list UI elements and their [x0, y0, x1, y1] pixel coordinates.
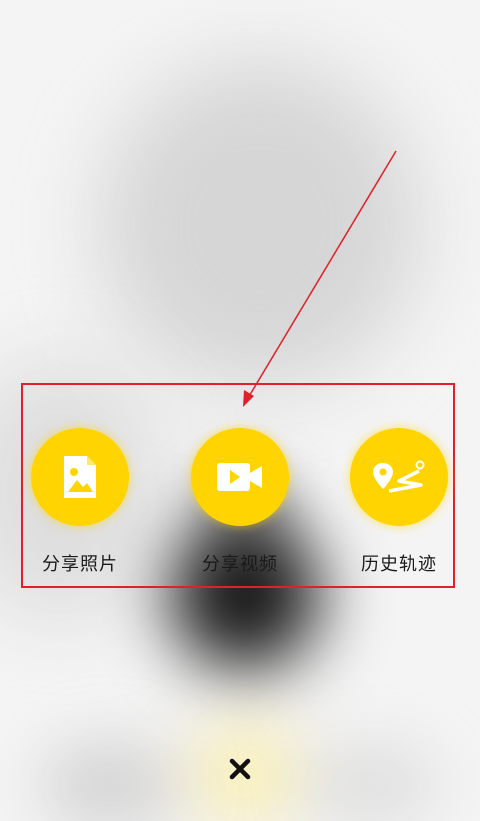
background-blur	[300, 740, 440, 821]
close-button[interactable]	[225, 754, 255, 784]
history-track-circle[interactable]	[350, 428, 448, 526]
route-history-icon	[373, 460, 425, 493]
share-photo-circle[interactable]	[31, 428, 129, 526]
share-video-circle[interactable]	[191, 428, 289, 526]
photo-share-icon	[64, 456, 96, 498]
share-photo-button[interactable]: 分享照片	[20, 428, 140, 576]
share-video-button[interactable]: 分享视频	[180, 428, 300, 576]
history-track-label: 历史轨迹	[361, 554, 437, 575]
close-icon	[229, 758, 251, 780]
background-blur	[100, 60, 420, 390]
share-photo-label: 分享照片	[42, 554, 118, 575]
history-track-button[interactable]: 历史轨迹	[339, 428, 459, 576]
share-video-label: 分享视频	[202, 554, 278, 575]
video-share-icon	[217, 463, 262, 491]
background-blur	[40, 740, 180, 821]
